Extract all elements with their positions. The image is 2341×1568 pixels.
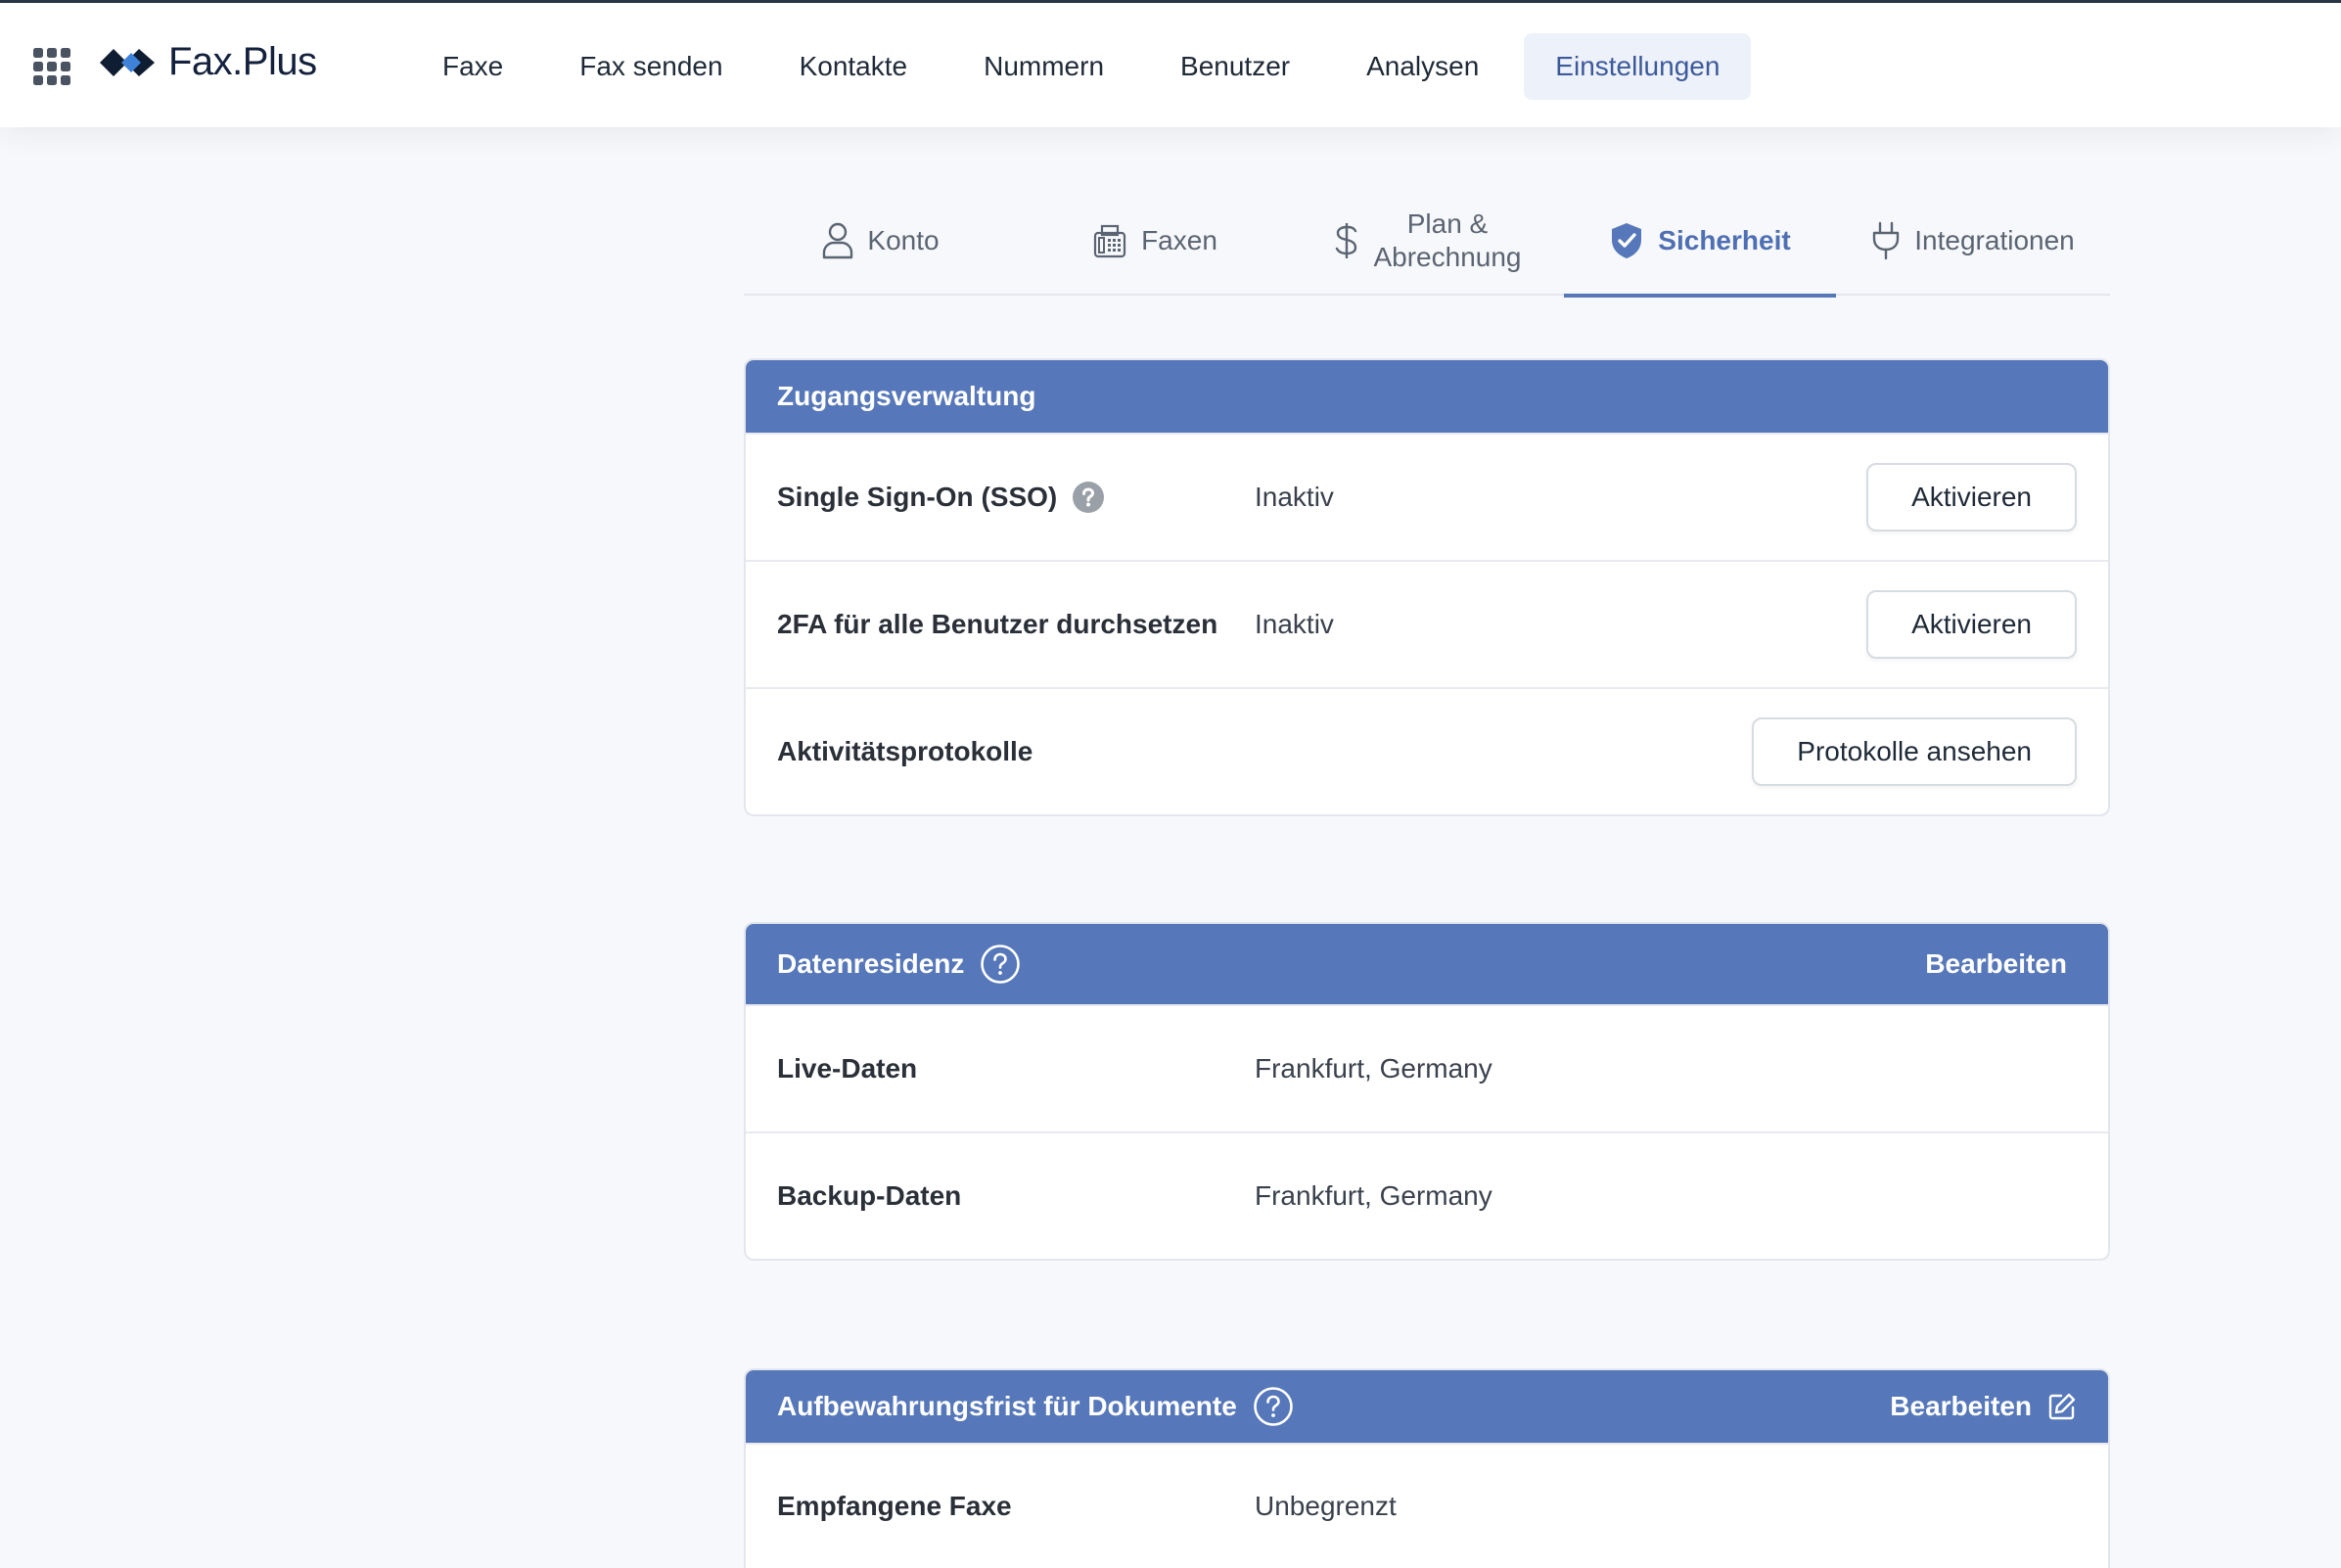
nav-item-analysen[interactable]: Analysen <box>1335 33 1510 100</box>
app-name: Fax.Plus <box>168 40 317 83</box>
activate-sso-button[interactable]: Aktivieren <box>1866 463 2077 531</box>
question-circle-icon[interactable] <box>1253 1386 1294 1427</box>
tab-plan-label-line1: Plan & <box>1406 208 1489 239</box>
sso-row: Single Sign-On (SSO) Inaktiv Aktivieren <box>746 433 2108 560</box>
access-management-title: Zugangsverwaltung <box>777 381 1036 411</box>
access-management-card: Zugangsverwaltung Single Sign-On (SSO) I… <box>744 358 2110 816</box>
retention-edit-label: Bearbeiten <box>1890 1391 2032 1421</box>
tab-plan-label-line2: Abrechnung <box>1373 242 1522 272</box>
sso-status: Inaktiv <box>1255 482 1334 512</box>
shield-check-icon <box>1612 223 1642 258</box>
tab-konto[interactable]: Konto <box>744 186 1018 296</box>
question-circle-icon[interactable] <box>1073 482 1105 513</box>
tab-faxen-label: Faxen <box>1141 225 1217 255</box>
logo-mark-icon <box>100 48 155 76</box>
main-nav: Faxe Fax senden Kontakte Nummern Benutze… <box>411 33 1765 100</box>
nav-item-fax-senden[interactable]: Fax senden <box>548 33 754 100</box>
tab-sicherheit-label: Sicherheit <box>1658 225 1791 255</box>
top-bar: Fax.Plus Faxe Fax senden Kontakte Nummer… <box>0 0 2341 127</box>
nav-item-einstellungen[interactable]: Einstellungen <box>1524 33 1752 100</box>
tab-plan-abrechnung[interactable]: Plan & Abrechnung <box>1292 186 1564 296</box>
dollar-icon <box>1336 223 1357 258</box>
edit-icon <box>2048 1393 2076 1420</box>
tab-faxen[interactable]: Faxen <box>1018 186 1292 296</box>
live-data-label: Live-Daten <box>777 1053 918 1084</box>
view-logs-button[interactable]: Protokolle ansehen <box>1752 717 2077 786</box>
nav-item-nummern[interactable]: Nummern <box>952 33 1135 100</box>
retention-edit-link[interactable]: Bearbeiten <box>1890 1391 2077 1422</box>
backup-data-row: Backup-Daten Frankfurt, Germany <box>746 1131 2108 1259</box>
2fa-status: Inaktiv <box>1255 609 1334 639</box>
received-faxes-value: Unbegrenzt <box>1255 1491 1397 1521</box>
backup-data-label: Backup-Daten <box>777 1180 962 1211</box>
retention-card: Aufbewahrungsfrist für Dokumente Bearbei… <box>744 1368 2110 1568</box>
data-residency-title: Datenresidenz <box>777 948 965 979</box>
tab-integrationen-label: Integrationen <box>1914 225 2075 255</box>
data-residency-card: Datenresidenz Bearbeiten Live-Daten Fran… <box>744 922 2110 1261</box>
plug-icon <box>1873 221 1900 260</box>
tab-integrationen[interactable]: Integrationen <box>1836 186 2110 296</box>
data-residency-header: Datenresidenz Bearbeiten <box>746 924 2108 1004</box>
nav-item-kontakte[interactable]: Kontakte <box>768 33 940 100</box>
activate-2fa-button[interactable]: Aktivieren <box>1866 590 2077 659</box>
backup-data-value: Frankfurt, Germany <box>1255 1180 1492 1211</box>
sso-label: Single Sign-On (SSO) <box>777 482 1058 512</box>
settings-tabs: Konto Faxen Plan & Abrechnung Sicherheit… <box>744 186 2110 298</box>
2fa-row: 2FA für alle Benutzer durchsetzen Inakti… <box>746 560 2108 687</box>
app-logo[interactable]: Fax.Plus <box>98 40 317 84</box>
access-management-header: Zugangsverwaltung <box>746 360 2108 433</box>
tab-konto-label: Konto <box>867 225 940 255</box>
nav-item-benutzer[interactable]: Benutzer <box>1149 33 1321 100</box>
live-data-value: Frankfurt, Germany <box>1255 1053 1492 1084</box>
tab-sicherheit[interactable]: Sicherheit <box>1564 186 1836 298</box>
activity-log-row: Aktivitätsprotokolle Protokolle ansehen <box>746 687 2108 814</box>
question-circle-icon[interactable] <box>980 944 1021 985</box>
user-icon <box>823 222 853 259</box>
retention-title: Aufbewahrungsfrist für Dokumente <box>777 1391 1237 1421</box>
received-faxes-row: Empfangene Faxe Unbegrenzt <box>746 1443 2108 1568</box>
activity-log-label: Aktivitätsprotokolle <box>777 736 1033 766</box>
tab-plan-label: Plan & Abrechnung <box>1373 208 1521 274</box>
2fa-label: 2FA für alle Benutzer durchsetzen <box>777 609 1218 639</box>
received-faxes-label: Empfangene Faxe <box>777 1491 1012 1521</box>
nav-item-faxe[interactable]: Faxe <box>411 33 534 100</box>
retention-header: Aufbewahrungsfrist für Dokumente Bearbei… <box>746 1370 2108 1443</box>
residency-edit-link[interactable]: Bearbeiten <box>1925 948 2067 980</box>
live-data-row: Live-Daten Frankfurt, Germany <box>746 1004 2108 1131</box>
grid-icon[interactable] <box>33 48 70 85</box>
sso-label-wrap: Single Sign-On (SSO) <box>777 482 1255 513</box>
fax-icon <box>1093 224 1126 258</box>
